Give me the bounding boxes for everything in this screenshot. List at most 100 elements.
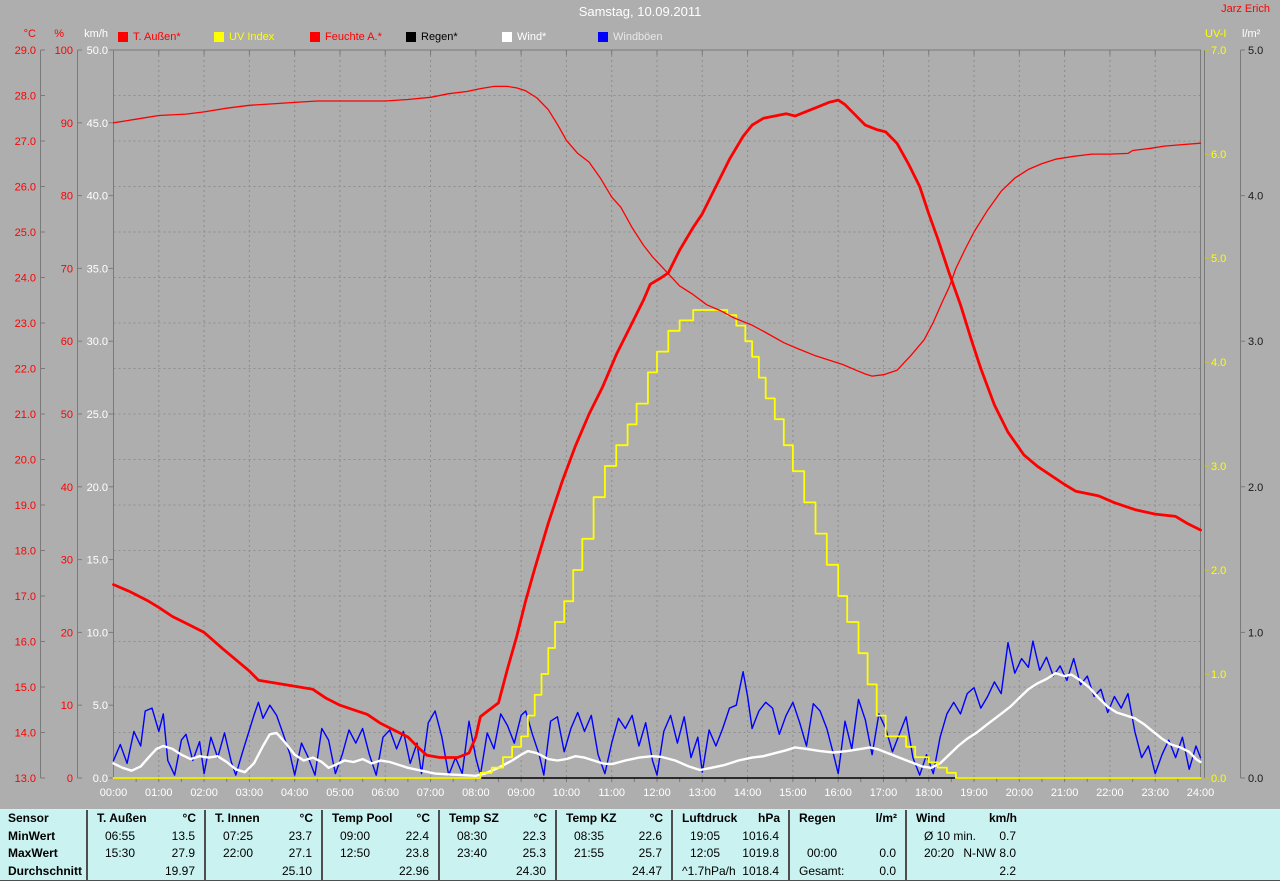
tick-label-humidity-pct: 70 [61, 263, 73, 275]
min-value: 0.7 [999, 828, 1016, 843]
tick-label-rain-lm2: 2.0 [1248, 482, 1263, 494]
tick-label-uv-index: 3.0 [1211, 461, 1226, 473]
max-value: 23.8 [405, 846, 429, 860]
sensor-name: Temp SZ [449, 811, 499, 825]
min-time: 08:35 [574, 828, 605, 843]
avg-label: ^1.7hPa/h [682, 863, 736, 878]
min-time: 08:30 [457, 828, 488, 843]
table-row: 15:30 27.9 [88, 845, 204, 863]
tick-label-temp-c: 20.0 [15, 455, 36, 467]
min-time: 19:05 [690, 828, 721, 843]
table-row: 22.96 [323, 863, 438, 881]
tick-label-temp-c: 19.0 [15, 500, 36, 512]
x-axis-labels: 00:00 01:00 02:00 03:00 04:00 05:00 06:00 07:00… [100, 787, 1215, 799]
row-label: MaxWert [8, 846, 58, 860]
table-row: 06:55 13.5 [88, 828, 204, 846]
sensor-name: Temp KZ [566, 811, 617, 825]
x-tick-label: 05:00 [326, 787, 354, 799]
tick-label-temp-c: 23.0 [15, 318, 36, 330]
sensor-unit: km/h [988, 811, 1017, 825]
tick-label-uv-index: 0.0 [1211, 773, 1226, 785]
tick-label-temp-c: 17.0 [15, 591, 36, 603]
table-row: 08:30 22.3 [440, 828, 555, 846]
min-time: 09:00 [340, 828, 371, 843]
x-tick-label: 02:00 [190, 787, 218, 799]
axis-uv-index: 7.0 6.0 5.0 4.0 3.0 2.0 1.0 0.0 [1204, 45, 1226, 785]
tick-label-rain-lm2: 3.0 [1248, 336, 1263, 348]
tick-label-temp-c: 28.0 [15, 91, 36, 103]
avg-value: 24.47 [631, 863, 662, 878]
min-value: 13.5 [171, 828, 195, 843]
plot-area[interactable] [114, 50, 1201, 778]
x-tick-label: 12:00 [643, 787, 671, 799]
x-tick-label: 13:00 [689, 787, 717, 799]
axis-temp-c: 29.0 28.0 27.0 26.0 25.0 24.0 23.0 22.0 21.0 20.0… [15, 45, 45, 785]
min-time: Ø 10 min. [924, 828, 977, 843]
table-col-temp-kz: Temp KZ °C 08:35 22.6 21:55 25.7 24.47 [557, 810, 673, 880]
tick-label-temp-c: 16.0 [15, 637, 36, 649]
table-row: ^1.7hPa/h 1018.4 [673, 863, 788, 881]
table-col-temp-pool: Temp Pool °C 09:00 22.4 12:50 23.8 22.96 [323, 810, 440, 880]
avg-value: 2.2 [999, 863, 1016, 878]
max-value: 27.1 [288, 846, 312, 860]
avg-value: 19.97 [164, 863, 195, 878]
table-row: Wind km/h [907, 810, 1025, 828]
tick-label-uv-index: 6.0 [1211, 149, 1226, 161]
x-tick-label: 09:00 [507, 787, 535, 799]
avg-value: 22.96 [398, 863, 429, 878]
table-col-t-au-en: T. Außen °C 06:55 13.5 15:30 27.9 19.97 [88, 810, 206, 880]
table-row: T. Innen °C [206, 810, 321, 828]
table-col-luftdruck: Luftdruck hPa 19:05 1016.4 12:05 1019.8 ^1.7hP… [673, 810, 790, 880]
x-tick-label: 08:00 [462, 787, 490, 799]
x-tick-label: 10:00 [553, 787, 581, 799]
min-value: 22.6 [638, 828, 662, 843]
max-value: 25.3 [522, 846, 546, 860]
table-row: 19:05 1016.4 [673, 828, 788, 846]
tick-label-wind-kmh: 25.0 [87, 409, 108, 421]
tick-label-uv-index: 7.0 [1211, 45, 1226, 57]
min-value: 22.4 [405, 828, 429, 843]
table-row: Luftdruck hPa [673, 810, 788, 828]
table-row [790, 828, 905, 846]
x-tick-label: 06:00 [371, 787, 399, 799]
table-row: 12:05 1019.8 [673, 845, 788, 863]
table-row: Temp Pool °C [323, 810, 438, 828]
tick-label-temp-c: 22.0 [15, 364, 36, 376]
table-row-label: Durchschnitt [0, 863, 86, 881]
table-row: Temp KZ °C [557, 810, 671, 828]
table-row: 09:00 22.4 [323, 828, 438, 846]
max-value: 1019.8 [742, 846, 779, 860]
min-value: 22.3 [522, 828, 546, 843]
x-tick-label: 23:00 [1141, 787, 1169, 799]
tick-label-rain-lm2: 0.0 [1248, 773, 1263, 785]
table-row: 24.47 [557, 863, 671, 881]
tick-label-uv-index: 5.0 [1211, 253, 1226, 265]
tick-label-temp-c: 26.0 [15, 182, 36, 194]
avg-value: 24.30 [515, 863, 546, 878]
min-time: 07:25 [223, 828, 254, 843]
table-col-wind: Wind km/h Ø 10 min. 0.7 20:20 N-NW 8.0 2.2 [907, 810, 1025, 880]
table-row: Regen l/m² [790, 810, 905, 828]
x-tick-label: 01:00 [145, 787, 173, 799]
avg-label: Gesamt: [799, 863, 845, 878]
sensor-name: T. Innen [215, 811, 260, 825]
tick-label-wind-kmh: 10.0 [87, 627, 108, 639]
axis-humidity-pct: 1009080706050403020100 [55, 45, 82, 785]
tick-label-wind-kmh: 30.0 [87, 336, 108, 348]
max-time: 12:05 [690, 846, 721, 860]
tick-label-wind-kmh: 20.0 [87, 482, 108, 494]
x-tick-label: 14:00 [734, 787, 762, 799]
min-value: 23.7 [288, 828, 312, 843]
max-value: N-NW 8.0 [963, 846, 1016, 860]
table-row: T. Außen °C [88, 810, 204, 828]
tick-label-temp-c: 25.0 [15, 227, 36, 239]
row-label: Sensor [8, 811, 49, 825]
tick-label-humidity-pct: 90 [61, 118, 73, 130]
sensor-unit: °C [182, 811, 196, 825]
table-row: 08:35 22.6 [557, 828, 671, 846]
table-row: Gesamt: 0.0 [790, 863, 905, 881]
x-tick-label: 20:00 [1006, 787, 1034, 799]
tick-label-temp-c: 18.0 [15, 546, 36, 558]
axis-wind-kmh: 50.0 45.0 40.0 35.0 30.0 25.0 20.0 15.0 10.0 5.0 0… [87, 45, 114, 785]
table-row: 12:50 23.8 [323, 845, 438, 863]
